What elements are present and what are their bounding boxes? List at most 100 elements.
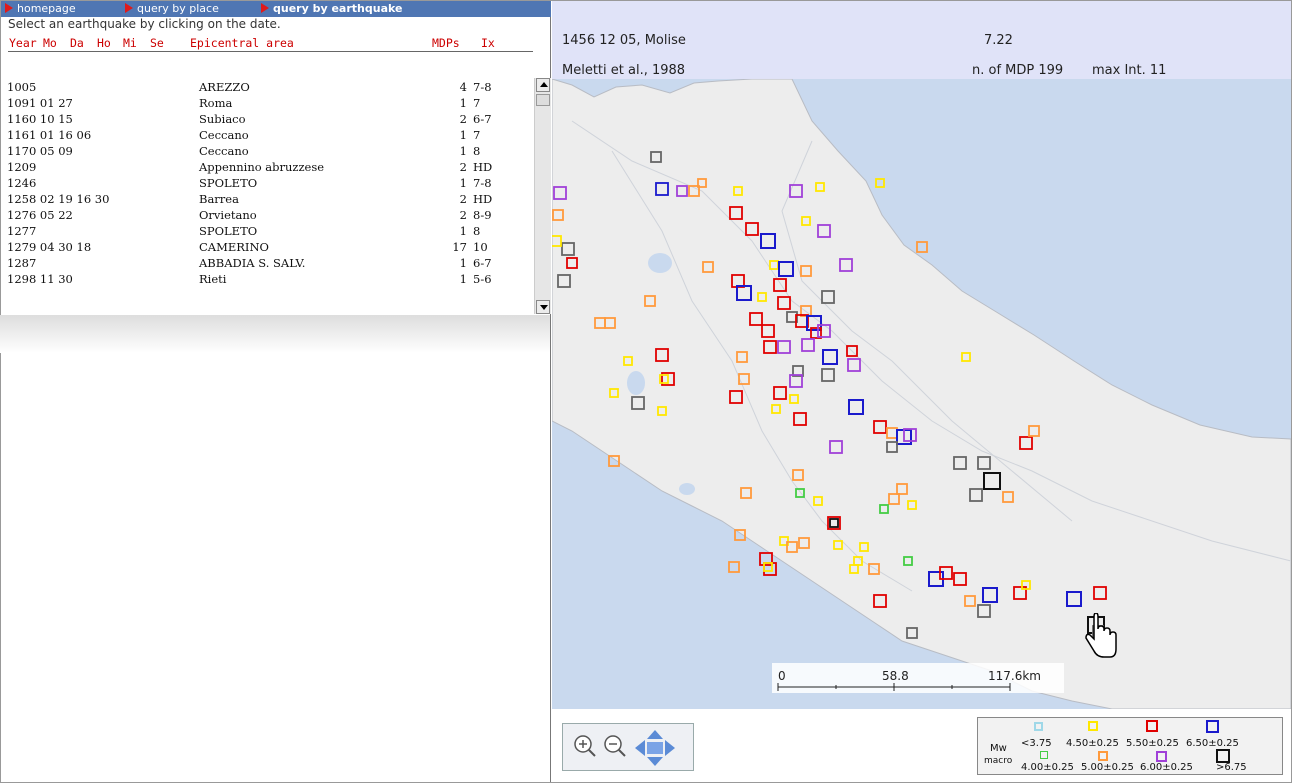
- earthquake-list[interactable]: 1005 AREZZO 4 7-8 1091 01 27 Roma 1 7 1160 10 …: [7, 78, 535, 314]
- nav-query-by-earthquake-label[interactable]: query by earthquake: [273, 2, 402, 15]
- lake-trasimeno: [648, 253, 672, 273]
- arrow-up-icon: [540, 82, 548, 87]
- quake-ix: HD: [473, 192, 493, 206]
- list-scrollbar[interactable]: [534, 78, 551, 314]
- map-panel[interactable]: 1456 12 05, Molise 7.22 Meletti et al., …: [552, 1, 1291, 781]
- quake-ix: 8: [473, 144, 481, 158]
- quake-date-link[interactable]: 1170 05 09: [7, 144, 73, 158]
- quake-date-link[interactable]: 1160 10 15: [7, 112, 73, 126]
- arrow-right-icon: [125, 3, 133, 13]
- list-item[interactable]: 1258 02 19 16 30 Barrea 2 HD: [7, 192, 532, 208]
- list-item[interactable]: 1160 10 15 Subiaco 2 6-7: [7, 112, 532, 128]
- header-month: Mo: [43, 36, 57, 50]
- quake-magnitude: 7.22: [984, 33, 1013, 48]
- quake-mdps: 2: [459, 208, 467, 222]
- quake-date-link[interactable]: 1246: [7, 176, 36, 190]
- legend-label-500: 5.00±0.25: [1081, 762, 1134, 773]
- quake-date-link[interactable]: 1161 01 16 06: [7, 128, 91, 142]
- quake-date-link[interactable]: 1287: [7, 256, 36, 270]
- zoom-in-icon[interactable]: [574, 735, 596, 757]
- quake-ix: 7-8: [473, 80, 492, 94]
- quake-mdps: 4: [459, 80, 467, 94]
- quake-area: CAMERINO: [199, 240, 269, 254]
- legend-symbol-gt675: [1216, 749, 1230, 763]
- hand-cursor-icon: [1085, 613, 1117, 658]
- header-second: Se: [150, 36, 164, 50]
- quake-mdps: 1: [459, 224, 467, 238]
- top-navigation: homepage query by place query by earthqu…: [1, 1, 551, 17]
- list-item[interactable]: 1005 AREZZO 4 7-8: [7, 80, 532, 96]
- list-item[interactable]: 1246 SPOLETO 1 7-8: [7, 176, 532, 192]
- zoom-out-icon[interactable]: [604, 735, 626, 757]
- legend-label-450: 4.50±0.25: [1066, 738, 1119, 749]
- quake-area: Barrea: [199, 192, 239, 206]
- list-item[interactable]: 1091 01 27 Roma 1 7: [7, 96, 532, 112]
- quake-mdps: 1: [459, 272, 467, 286]
- list-item[interactable]: 1277 SPOLETO 1 8: [7, 224, 532, 240]
- quake-max-intensity: max Int. 11: [1092, 63, 1167, 78]
- list-item[interactable]: 1298 11 30 Rieti 1 5-6: [7, 272, 532, 288]
- list-item[interactable]: 1276 05 22 Orvietano 2 8-9: [7, 208, 532, 224]
- quake-date-link[interactable]: 1091 01 27: [7, 96, 73, 110]
- scroll-thumb[interactable]: [536, 94, 550, 106]
- quake-area: Ceccano: [199, 128, 249, 142]
- quake-ix: 5-6: [473, 272, 492, 286]
- legend-label-gt675: >6.75: [1216, 762, 1247, 773]
- list-item[interactable]: 1279 04 30 18 CAMERINO 17 10: [7, 240, 532, 256]
- nav-query-by-earthquake[interactable]: query by earthquake: [261, 1, 402, 17]
- header-separator: [8, 51, 533, 52]
- quake-date-link[interactable]: 1277: [7, 224, 36, 238]
- quake-ix: 7: [473, 128, 481, 142]
- legend-label-400: 4.00±0.25: [1021, 762, 1074, 773]
- header-year: Year: [9, 36, 37, 50]
- scale-bar-line: [777, 683, 1011, 691]
- legend-symbol-450: [1088, 721, 1098, 731]
- arrow-down-icon: [540, 305, 548, 310]
- quake-date-link[interactable]: 1258 02 19 16 30: [7, 192, 109, 206]
- header-day: Da: [70, 36, 84, 50]
- nav-homepage[interactable]: homepage: [5, 1, 76, 17]
- quake-area: AREZZO: [199, 80, 250, 94]
- pan-arrows-icon[interactable]: [635, 730, 675, 766]
- quake-ix: 10: [473, 240, 488, 254]
- scale-bar: 0 58.8 117.6km: [772, 663, 1064, 693]
- quake-ix: 6-7: [473, 256, 492, 270]
- quake-area: Subiaco: [199, 112, 246, 126]
- nav-homepage-label[interactable]: homepage: [17, 2, 76, 15]
- legend-symbol-600: [1156, 751, 1167, 762]
- quake-reference: Meletti et al., 1988: [562, 63, 686, 78]
- quake-area: ABBADIA S. SALV.: [199, 256, 306, 270]
- legend-label-lt375: <3.75: [1021, 738, 1052, 749]
- arrow-right-icon: [261, 3, 269, 13]
- list-bottom-shadow: [0, 315, 550, 353]
- list-item[interactable]: 1209 Appennino abruzzese 2 HD: [7, 160, 532, 176]
- scroll-up-button[interactable]: [536, 78, 550, 92]
- quake-mdps: 1: [459, 256, 467, 270]
- quake-mdps: 1: [459, 96, 467, 110]
- quake-ix: 7: [473, 96, 481, 110]
- quake-date-link[interactable]: 1298 11 30: [7, 272, 73, 286]
- list-item[interactable]: 1161 01 16 06 Ceccano 1 7: [7, 128, 532, 144]
- lake-fucino: [679, 483, 695, 495]
- legend-symbol-650: [1206, 720, 1219, 733]
- legend-symbol-400: [1040, 751, 1048, 759]
- quake-mdp-count: n. of MDP 199: [972, 63, 1064, 78]
- quake-date: 1456 12 05, Molise: [562, 33, 686, 48]
- legend-label-600: 6.00±0.25: [1140, 762, 1193, 773]
- quake-mdps: 1: [459, 128, 467, 142]
- quake-mdps: 1: [459, 144, 467, 158]
- quake-date-link[interactable]: 1279 04 30 18: [7, 240, 91, 254]
- nav-query-by-place-label[interactable]: query by place: [137, 2, 219, 15]
- quake-date-link[interactable]: 1276 05 22: [7, 208, 73, 222]
- quake-date-link[interactable]: 1005: [7, 80, 36, 94]
- quake-ix: 8-9: [473, 208, 492, 222]
- list-item[interactable]: 1170 05 09 Ceccano 1 8: [7, 144, 532, 160]
- scroll-down-button[interactable]: [536, 300, 550, 314]
- quake-date-link[interactable]: 1209: [7, 160, 36, 174]
- legend-symbol-500: [1098, 751, 1108, 761]
- list-item[interactable]: 1287 ABBADIA S. SALV. 1 6-7: [7, 256, 532, 272]
- map-controls: [562, 723, 694, 771]
- quake-mdps: 1: [459, 176, 467, 190]
- nav-query-by-place[interactable]: query by place: [125, 1, 219, 17]
- quake-area: Orvietano: [199, 208, 257, 222]
